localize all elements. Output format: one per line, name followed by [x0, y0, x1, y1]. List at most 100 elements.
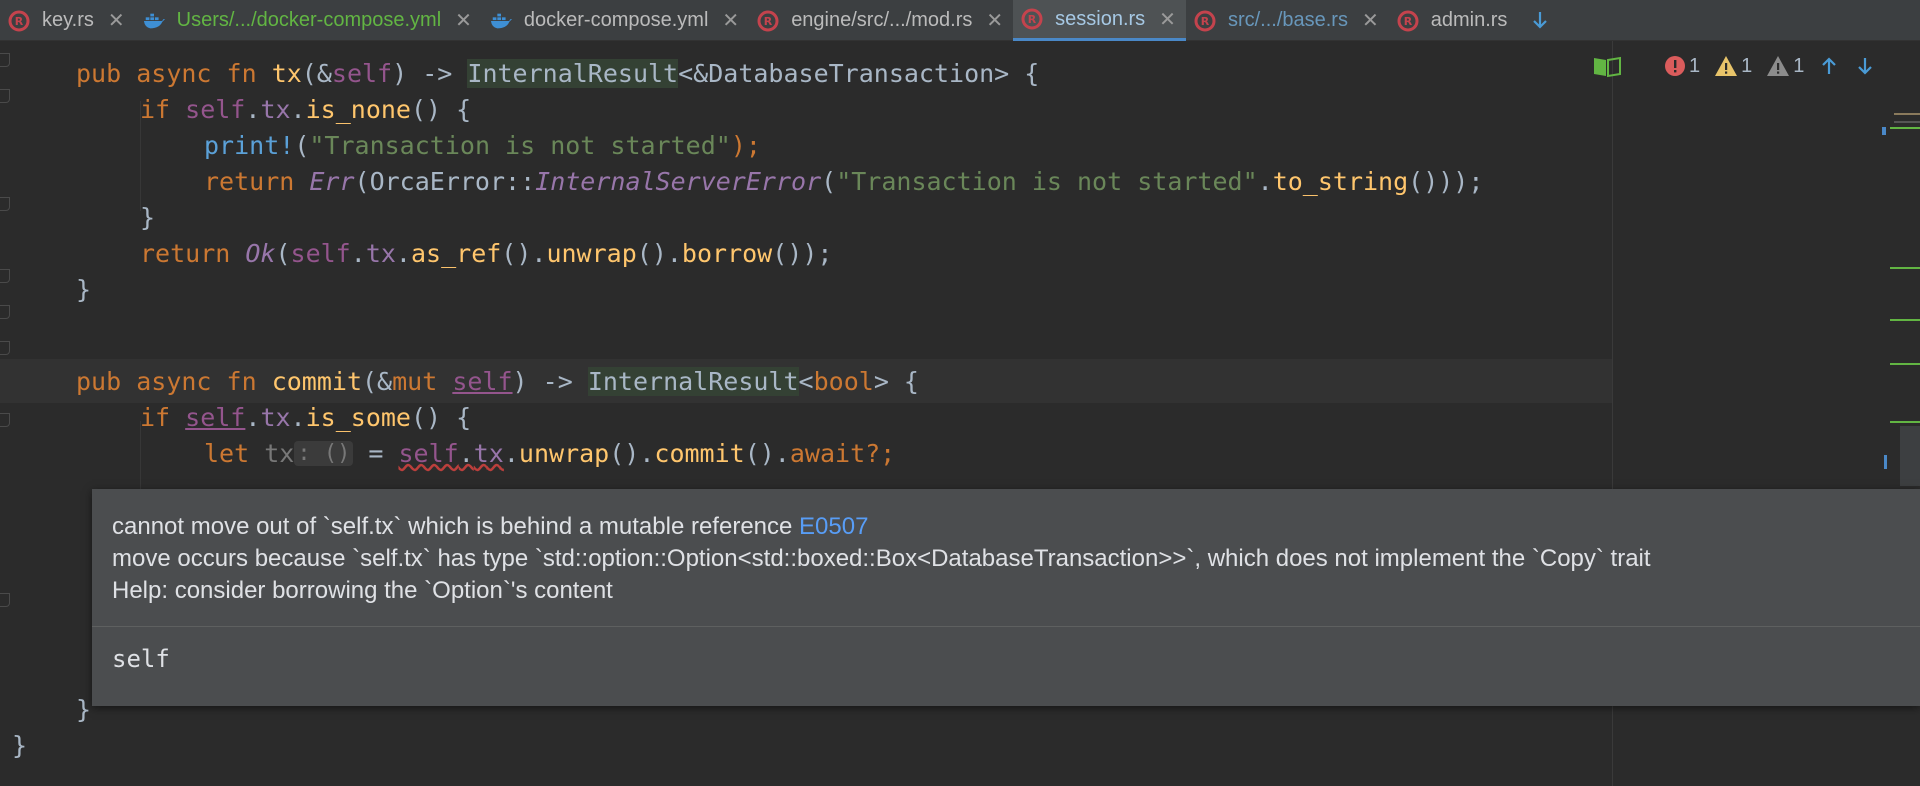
error-stripe-mark[interactable]: [1882, 127, 1886, 135]
error-stripe-mark[interactable]: [1890, 127, 1920, 129]
error-icon: [1665, 56, 1685, 76]
fold-marker[interactable]: [0, 341, 10, 355]
rust-icon: R: [757, 10, 779, 32]
warnings-counter[interactable]: 1: [1714, 55, 1752, 78]
punctuation: .: [290, 94, 306, 124]
fold-marker[interactable]: [0, 53, 10, 67]
error-self-reference[interactable]: self: [398, 439, 458, 468]
code-line: }: [76, 267, 91, 311]
punctuation: .: [290, 402, 306, 432]
punctuation: ().: [501, 238, 547, 268]
field-name: tx: [260, 402, 291, 432]
punctuation: .: [245, 94, 261, 124]
fold-marker[interactable]: [0, 305, 10, 319]
error-stripe-mark[interactable]: [1890, 363, 1920, 365]
previous-problem-button[interactable]: [1818, 55, 1840, 77]
error-message: cannot move out of `self.tx` which is be…: [112, 513, 793, 540]
close-icon[interactable]: ✕: [1159, 7, 1176, 32]
method-name: is_some: [305, 402, 411, 432]
keyword: let: [204, 438, 265, 468]
warning-count: 1: [1741, 54, 1753, 77]
error-stripe-mark[interactable]: [1890, 421, 1920, 423]
fold-marker[interactable]: [0, 89, 10, 103]
punctuation: .: [1257, 166, 1273, 196]
punctuation: (OrcaError::: [354, 166, 536, 196]
weak-warning-count: 1: [1793, 54, 1805, 77]
error-code-link[interactable]: E0507: [799, 513, 868, 540]
tab-admin-rs[interactable]: R admin.rs: [1389, 0, 1518, 41]
error-message-line: cannot move out of `self.tx` which is be…: [112, 513, 868, 541]
tab-base-rs[interactable]: R src/.../base.rs ✕: [1186, 0, 1389, 41]
method-name: is_none: [305, 94, 411, 124]
svg-text:R: R: [1201, 15, 1210, 28]
keyword: return: [140, 238, 246, 268]
punctuation: > {: [873, 366, 919, 396]
punctuation: }: [12, 730, 28, 760]
type-name: InternalResult: [587, 366, 799, 396]
macro-name: print!: [204, 130, 295, 160]
field-name: tx: [473, 438, 504, 468]
keyword: mut: [392, 366, 453, 396]
docker-icon: [490, 10, 512, 32]
close-icon[interactable]: ✕: [986, 8, 1003, 33]
error-help-line: Help: consider borrowing the `Option`'s …: [112, 577, 613, 604]
punctuation: }: [76, 694, 92, 724]
error-stripe-mark[interactable]: [1884, 455, 1887, 469]
code-line: return Err (OrcaError:: InternalServerErro…: [204, 159, 1483, 203]
tab-docker-compose[interactable]: docker-compose.yml ✕: [482, 0, 749, 41]
self-keyword: self: [290, 238, 351, 268]
close-icon[interactable]: ✕: [722, 8, 739, 33]
error-stripe-mark[interactable]: [1890, 267, 1920, 269]
keyword: return: [204, 166, 310, 196]
tab-label: src/.../base.rs: [1227, 9, 1348, 31]
error-detail-line: move occurs because `self.tx` has type `…: [112, 545, 1651, 572]
tab-users-docker-compose[interactable]: Users/.../docker-compose.yml ✕: [135, 0, 482, 41]
error-stripe-mark[interactable]: [1894, 121, 1920, 123]
field-name: tx: [260, 94, 291, 124]
error-stripe-mark[interactable]: [1890, 319, 1920, 321]
fold-marker[interactable]: [0, 593, 10, 607]
punctuation: (: [294, 130, 310, 160]
close-icon[interactable]: ✕: [1362, 8, 1379, 33]
scrollbar-thumb[interactable]: [1900, 426, 1920, 486]
errors-counter[interactable]: 1: [1664, 55, 1700, 78]
error-stripe-mark[interactable]: [1894, 113, 1920, 115]
tab-label: Users/.../docker-compose.yml: [176, 9, 442, 31]
punctuation: ().: [636, 238, 682, 268]
tab-engine-mod-rs[interactable]: R engine/src/.../mod.rs ✕: [749, 0, 1013, 41]
quick-documentation: self: [112, 645, 170, 673]
punctuation: }: [140, 202, 156, 232]
punctuation: ) ->: [392, 58, 468, 88]
inspection-widget[interactable]: 1 1 1: [1592, 51, 1876, 81]
svg-text:R: R: [1028, 13, 1037, 26]
fold-marker[interactable]: [0, 197, 10, 211]
self-keyword: self: [185, 94, 246, 124]
tab-session-rs[interactable]: R session.rs ✕: [1013, 0, 1186, 41]
tab-label: engine/src/.../mod.rs: [791, 9, 973, 31]
fold-marker[interactable]: [0, 413, 10, 427]
method-name: commit: [654, 438, 745, 468]
string-literal: "Transaction is not started": [309, 130, 731, 160]
fold-marker[interactable]: [0, 269, 10, 283]
punctuation: ().: [609, 438, 655, 468]
show-hidden-tabs-button[interactable]: [1517, 0, 1563, 40]
keyword: if: [140, 402, 186, 432]
weak-warnings-counter[interactable]: 1: [1766, 55, 1804, 78]
close-icon[interactable]: ✕: [108, 8, 125, 33]
punctuation: (&: [301, 58, 332, 88]
enum-variant: InternalServerError: [535, 166, 822, 196]
self-keyword: self: [331, 58, 393, 88]
function-name: tx: [271, 58, 302, 88]
close-icon[interactable]: ✕: [455, 8, 472, 33]
error-tooltip-popup: cannot move out of `self.tx` which is be…: [92, 489, 1920, 706]
method-name: as_ref: [410, 238, 502, 268]
punctuation: .: [395, 238, 411, 268]
tab-key-rs[interactable]: R key.rs ✕: [0, 0, 135, 41]
keyword: async: [136, 58, 227, 88]
self-keyword: self: [452, 366, 513, 396]
arrow-up-icon: [1822, 57, 1837, 74]
reader-mode-button[interactable]: [1592, 54, 1622, 78]
field-name: tx: [365, 238, 396, 268]
method-name: unwrap: [518, 438, 610, 468]
next-problem-button[interactable]: [1854, 55, 1876, 77]
